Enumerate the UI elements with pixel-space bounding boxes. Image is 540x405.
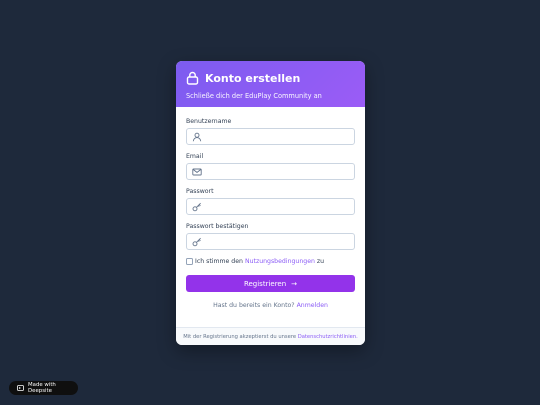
signup-card: Konto erstellen Schließe dich der EduPla… — [176, 61, 365, 345]
password-field-group: Passwort — [186, 188, 355, 215]
title-row: Konto erstellen — [186, 69, 355, 87]
email-field-group: Email — [186, 153, 355, 180]
card-footer: Mit der Registrierung akzeptierst du uns… — [176, 327, 365, 345]
mail-icon — [192, 167, 202, 177]
register-button[interactable]: Registrieren → — [186, 275, 355, 292]
badge-label: Made with Deepsite — [28, 382, 56, 394]
card-header: Konto erstellen Schließe dich der EduPla… — [176, 61, 365, 107]
login-row: Hast du bereits ein Konto? Anmelden — [186, 302, 355, 309]
username-input[interactable] — [186, 128, 355, 145]
email-label: Email — [186, 153, 204, 160]
key-icon — [192, 202, 202, 212]
email-input[interactable] — [186, 163, 355, 180]
terms-checkbox[interactable] — [186, 258, 193, 265]
footer-text: Mit der Registrierung akzeptierst du uns… — [183, 334, 297, 340]
register-button-label: Registrieren — [243, 279, 287, 288]
lock-icon — [186, 71, 199, 85]
password-confirm-label: Passwort bestätigen — [186, 223, 249, 230]
username-field-group: Benutzername — [186, 118, 355, 145]
terms-suffix: zu — [316, 258, 325, 265]
signup-form: Benutzername Email Passwort Passwort bes… — [176, 107, 365, 309]
password-confirm-input[interactable] — [186, 233, 355, 250]
key-icon — [192, 237, 202, 247]
login-link[interactable]: Anmelden — [297, 302, 328, 309]
password-confirm-field-group: Passwort bestätigen — [186, 223, 355, 250]
terms-prefix: Ich stimme den — [195, 258, 243, 265]
terms-row: Ich stimme den Nutzungsbedingungen zu — [186, 258, 355, 265]
deepsite-logo-icon — [17, 385, 24, 391]
page-title: Konto erstellen — [205, 71, 301, 85]
login-prompt: Hast du bereits ein Konto? — [213, 302, 295, 309]
arrow-right-icon: → — [291, 279, 298, 288]
user-icon — [192, 132, 202, 142]
password-label: Passwort — [186, 188, 214, 195]
password-input[interactable] — [186, 198, 355, 215]
page-subtitle: Schließe dich der EduPlay Community an — [186, 92, 322, 100]
username-label: Benutzername — [186, 118, 232, 125]
privacy-link[interactable]: Datenschutzrichtlinien. — [298, 334, 358, 340]
deepsite-badge[interactable]: Made with Deepsite — [9, 381, 78, 395]
terms-link[interactable]: Nutzungsbedingungen — [245, 258, 315, 265]
